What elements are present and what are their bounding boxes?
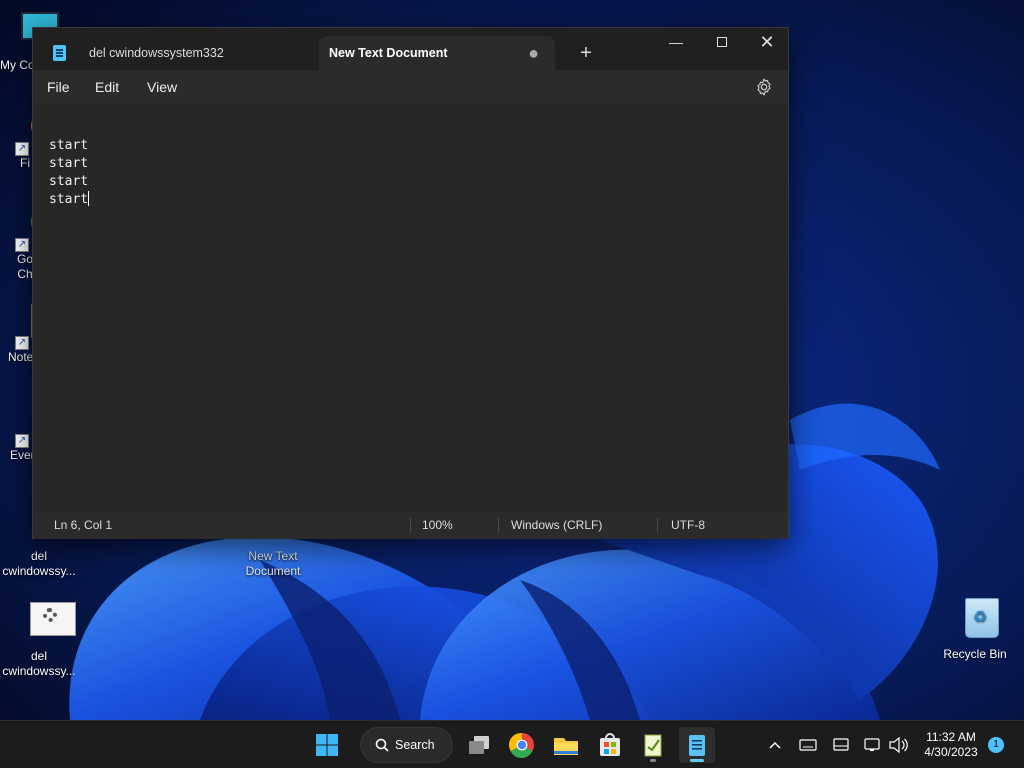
taskbar-file-explorer[interactable] bbox=[548, 727, 584, 763]
maximize-button[interactable] bbox=[699, 28, 745, 58]
status-divider bbox=[657, 518, 658, 533]
title-bar[interactable]: del cwindowssystem332 New Text Document … bbox=[33, 28, 788, 70]
tab-title: New Text Document bbox=[329, 46, 448, 60]
search-label: Search bbox=[395, 738, 435, 752]
status-divider bbox=[410, 518, 411, 533]
text-line-with-caret: start bbox=[49, 191, 90, 207]
clock-date: 4/30/2023 bbox=[924, 745, 978, 759]
shortcut-arrow-icon: ↗ bbox=[15, 238, 29, 252]
status-bar: Ln 6, Col 1 100% Windows (CRLF) UTF-8 bbox=[33, 512, 788, 539]
store-icon bbox=[600, 733, 620, 756]
line-ending[interactable]: Windows (CRLF) bbox=[511, 512, 602, 539]
notepad-plus-icon bbox=[644, 734, 662, 757]
notepad-window: del cwindowssystem332 New Text Document … bbox=[32, 27, 789, 539]
menu-file[interactable]: File bbox=[47, 70, 70, 104]
taskbar-search[interactable]: Search bbox=[360, 727, 453, 763]
volume-icon[interactable] bbox=[888, 734, 908, 756]
menu-edit[interactable]: Edit bbox=[95, 70, 119, 104]
close-button[interactable]: ✕ bbox=[744, 28, 790, 58]
start-button[interactable] bbox=[309, 727, 345, 763]
unsaved-dot-icon[interactable]: ● bbox=[528, 36, 539, 70]
text-line: start bbox=[49, 174, 89, 189]
text-caret bbox=[88, 191, 90, 206]
minimize-button[interactable]: — bbox=[653, 28, 699, 58]
task-view-icon bbox=[469, 736, 489, 754]
cursor-position: Ln 6, Col 1 bbox=[54, 518, 113, 532]
new-tab-button[interactable]: + bbox=[576, 40, 596, 66]
network-icon[interactable] bbox=[864, 734, 882, 756]
chevron-up-icon[interactable] bbox=[768, 734, 782, 756]
text-line: start bbox=[49, 156, 89, 171]
text-editor[interactable]: start start start start bbox=[33, 104, 788, 512]
running-indicator bbox=[650, 759, 656, 762]
maximize-icon bbox=[717, 37, 727, 47]
tab-new-text-document[interactable]: New Text Document ● bbox=[319, 36, 555, 70]
taskbar-chrome[interactable] bbox=[504, 727, 540, 763]
gear-icon[interactable] bbox=[754, 77, 774, 97]
file-explorer-icon bbox=[554, 738, 578, 755]
chrome-icon bbox=[508, 732, 534, 758]
taskbar-clock[interactable]: 11:32 AM 4/30/2023 bbox=[916, 730, 986, 760]
zoom-level[interactable]: 100% bbox=[422, 512, 453, 539]
taskbar-store[interactable] bbox=[592, 727, 628, 763]
notepad-doc-icon bbox=[53, 45, 66, 61]
menu-view[interactable]: View bbox=[147, 70, 177, 104]
touchpad-icon[interactable] bbox=[832, 734, 850, 756]
taskbar-notepad[interactable] bbox=[679, 727, 715, 763]
status-divider bbox=[498, 518, 499, 533]
search-icon bbox=[375, 738, 389, 752]
encoding[interactable]: UTF-8 bbox=[671, 512, 705, 539]
task-view-button[interactable] bbox=[461, 727, 497, 763]
desktop-icon-recycle-bin[interactable]: ♻ Recycle Bin bbox=[936, 596, 1014, 662]
menu-bar: File Edit View bbox=[33, 70, 788, 104]
batch-file-gear-icon bbox=[15, 598, 76, 646]
taskbar-notepad-plus[interactable] bbox=[635, 727, 671, 763]
tab-del-cwindowssystem332[interactable]: del cwindowssystem332 bbox=[43, 36, 319, 70]
shortcut-arrow-icon: ↗ bbox=[15, 142, 29, 156]
active-indicator bbox=[690, 759, 704, 762]
recycle-bin-icon: ♻ bbox=[951, 596, 999, 644]
taskbar: Search 11:32 AM 4/30/2023 1 bbox=[0, 720, 1024, 768]
notepad-icon bbox=[689, 735, 705, 756]
tab-title: del cwindowssystem332 bbox=[89, 46, 224, 60]
windows-start-icon bbox=[316, 734, 338, 756]
clock-time: 11:32 AM bbox=[926, 730, 976, 744]
keyboard-icon[interactable] bbox=[799, 734, 817, 756]
text-line: start bbox=[49, 138, 89, 153]
shortcut-arrow-icon: ↗ bbox=[15, 434, 29, 448]
shortcut-arrow-icon: ↗ bbox=[15, 336, 29, 350]
desktop-icon-del-cwindowssystem-2[interactable]: del cwindowssy... bbox=[0, 598, 78, 679]
notification-badge[interactable]: 1 bbox=[988, 737, 1004, 753]
